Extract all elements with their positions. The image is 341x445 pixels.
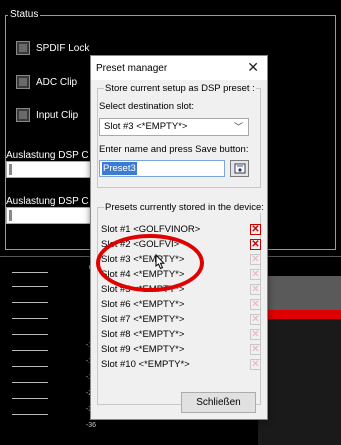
close-icon[interactable]: ✕ — [247, 59, 259, 76]
input-clip-indicator: Input Clip — [16, 108, 78, 122]
slot-row-8: Slot #8 <*EMPTY*> — [101, 329, 185, 340]
adc-clip-led — [16, 75, 30, 89]
adc-clip-label: ADC Clip — [36, 76, 78, 88]
meter-line — [12, 350, 48, 351]
slot-row-1: Slot #1 <GOLFVINOR> — [101, 224, 201, 235]
adc-clip-indicator: ADC Clip — [16, 75, 77, 89]
slot-row-2: Slot #2 <GOLFVI> — [101, 239, 180, 250]
destination-slot-select[interactable]: Slot #3 <*EMPTY*> ﹀ — [99, 118, 249, 136]
delete-x-icon: ✕ — [250, 253, 261, 265]
dsp-load-bar-1 — [6, 161, 94, 178]
level-meter — [0, 262, 100, 445]
spdif-lock-led — [16, 41, 30, 55]
dialog-body: Store current setup as DSP preset : Sele… — [91, 80, 267, 419]
input-clip-led — [16, 108, 30, 122]
delete-x-icon: ✕ — [250, 328, 261, 340]
slot-row-6: Slot #6 <*EMPTY*> — [101, 299, 185, 310]
scale-label: -36 — [85, 422, 96, 429]
meter-line — [12, 334, 48, 335]
dialog-title: Preset manager — [96, 62, 168, 74]
delete-x-icon: ✕ — [250, 313, 261, 325]
meter-line — [12, 382, 48, 383]
delete-x-icon: ✕ — [250, 283, 261, 295]
meter-line — [12, 302, 48, 303]
meter-line — [12, 398, 48, 399]
preset-name-input[interactable]: Preset3 — [99, 160, 225, 177]
meter-line — [12, 318, 48, 319]
close-button[interactable]: Schließen — [181, 392, 256, 413]
chevron-down-icon: ﹀ — [233, 122, 243, 132]
slot-row-3: Slot #3 <*EMPTY*> — [101, 254, 185, 265]
input-clip-label: Input Clip — [36, 109, 79, 121]
side-panel — [258, 276, 341, 310]
dsp-load-label-1: Auslastung DSP C — [6, 150, 89, 161]
slot-row-7: Slot #7 <*EMPTY*> — [101, 314, 185, 325]
meter-line — [12, 286, 48, 287]
meter-line — [12, 414, 48, 415]
delete-x-icon: ✕ — [250, 268, 261, 280]
delete-x-icon: ✕ — [250, 358, 261, 370]
side-panel-lower — [258, 319, 341, 445]
mouse-pointer-icon — [155, 254, 165, 270]
save-disk-icon — [234, 163, 245, 174]
slot-row-5: Slot #5 <*EMPTY*> — [101, 284, 185, 295]
dsp-load-label-2: Auslastung DSP C — [6, 196, 89, 207]
dialog-titlebar: Preset manager ✕ — [91, 56, 267, 80]
selected-slot: Slot #3 <*EMPTY*> — [104, 121, 188, 132]
save-button[interactable] — [230, 160, 249, 177]
delete-x-icon[interactable]: ✕ — [250, 224, 261, 235]
meter-line — [12, 366, 48, 367]
select-slot-label: Select destination slot: — [99, 101, 195, 112]
red-level-strip — [258, 310, 341, 319]
delete-x-icon: ✕ — [250, 298, 261, 310]
meter-line — [12, 272, 48, 273]
delete-x-icon[interactable]: ✕ — [250, 239, 261, 250]
slot-row-9: Slot #9 <*EMPTY*> — [101, 344, 185, 355]
stored-group-title: Presets currently stored in the device: — [104, 202, 265, 213]
slot-row-4: Slot #4 <*EMPTY*> — [101, 269, 185, 280]
slot-row-10: Slot #10 <*EMPTY*> — [101, 359, 190, 370]
store-group-title: Store current setup as DSP preset : — [104, 83, 256, 94]
spdif-lock-label: SPDIF Lock — [36, 42, 90, 54]
enter-name-label: Enter name and press Save button: — [99, 144, 249, 155]
dsp-load-bar-2 — [6, 207, 94, 224]
preset-manager-dialog: Preset manager ✕ Store current setup as … — [90, 55, 268, 420]
status-legend: Status — [8, 9, 41, 20]
preset-name-value: Preset3 — [102, 162, 137, 175]
spdif-lock-indicator: SPDIF Lock — [16, 41, 89, 55]
delete-x-icon: ✕ — [250, 343, 261, 355]
